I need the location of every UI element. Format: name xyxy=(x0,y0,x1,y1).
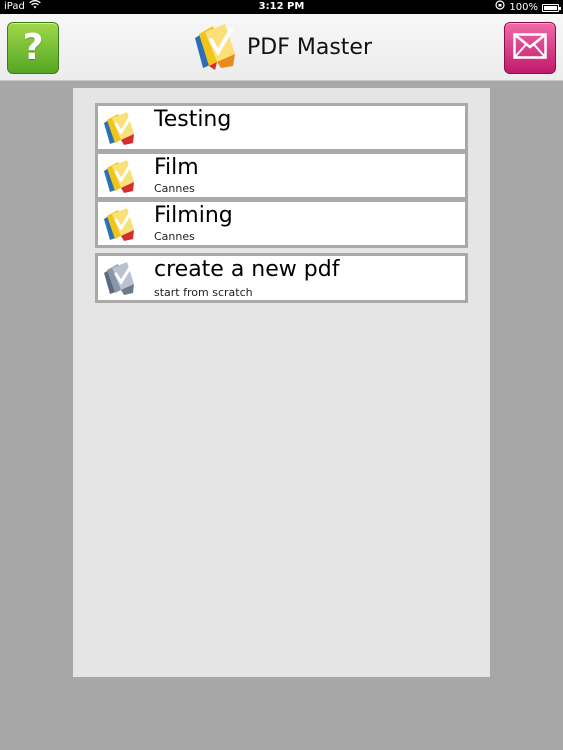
document-title: Testing xyxy=(154,107,232,132)
pdf-document-icon xyxy=(102,109,140,147)
title-group: PDF Master xyxy=(0,14,563,81)
document-subtitle: Cannes xyxy=(154,230,195,243)
document-subtitle: Cannes xyxy=(154,182,195,195)
mail-button[interactable] xyxy=(504,22,556,74)
question-mark-icon: ? xyxy=(22,27,44,68)
pdf-document-icon xyxy=(102,205,140,243)
create-new-pdf-item[interactable]: create a new pdf start from scratch xyxy=(95,253,468,303)
document-item-filming[interactable]: Filming Cannes xyxy=(95,199,468,248)
document-title: Film xyxy=(154,155,199,180)
envelope-icon xyxy=(513,33,547,63)
pdf-document-icon xyxy=(102,157,140,195)
status-bar: iPad 3:12 PM 100% xyxy=(0,0,563,14)
document-item-testing[interactable]: Testing xyxy=(95,103,468,152)
create-title: create a new pdf xyxy=(154,257,340,282)
help-button[interactable]: ? xyxy=(7,22,59,74)
status-right: 100% xyxy=(495,0,561,15)
battery-icon xyxy=(542,3,561,12)
document-title: Filming xyxy=(154,203,233,228)
app-title: PDF Master xyxy=(247,35,372,60)
status-time: 3:12 PM xyxy=(258,1,305,12)
app-logo-icon xyxy=(191,20,243,76)
new-pdf-icon xyxy=(102,259,140,297)
battery-percent: 100% xyxy=(509,1,538,13)
document-item-film[interactable]: Film Cannes xyxy=(95,151,468,200)
toolbar: PDF Master ? xyxy=(0,14,563,81)
rotation-lock-icon xyxy=(495,0,506,15)
create-subtitle: start from scratch xyxy=(154,286,253,299)
